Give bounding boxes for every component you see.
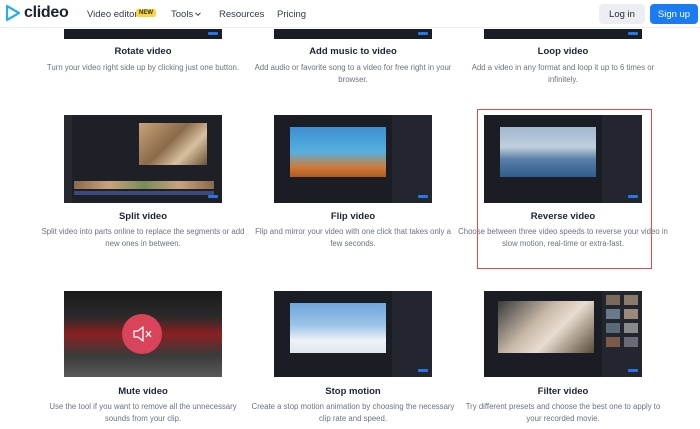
thumb-button (628, 32, 638, 35)
tool-title[interactable]: Filter video (458, 386, 668, 397)
tool-title[interactable]: Rotate video (38, 46, 248, 57)
thumb-filter-panel (602, 291, 642, 377)
thumb-timeline (74, 181, 214, 189)
thumb-preview-image (498, 301, 594, 353)
tool-description: Turn your video right side up by clickin… (46, 63, 240, 72)
filter-preset-thumb (624, 323, 638, 333)
rotate-video-thumbnail[interactable] (64, 29, 222, 39)
thumb-button (418, 369, 428, 372)
filter-preset-thumb (606, 309, 620, 319)
nav-pricing[interactable]: Pricing (277, 9, 306, 20)
thumb-settings-panel (392, 291, 432, 377)
tool-description: Split video into parts online to replace… (41, 227, 245, 248)
tool-title[interactable]: Stop motion (248, 386, 458, 397)
filter-preset-thumb (624, 337, 638, 347)
thumb-settings-panel (392, 115, 432, 203)
flip-video-thumbnail[interactable] (274, 115, 432, 203)
tool-description: Create a stop motion animation by choosi… (251, 402, 455, 423)
thumb-button (208, 195, 218, 198)
tool-title[interactable]: Flip video (248, 211, 458, 222)
thumb-button (418, 32, 428, 35)
add-music-thumbnail[interactable] (274, 29, 432, 39)
tool-title[interactable]: Add music to video (248, 46, 458, 57)
thumb-timeline-track (74, 191, 214, 195)
split-video-thumbnail[interactable] (64, 115, 222, 203)
login-button[interactable]: Log in (599, 4, 645, 24)
filter-video-thumbnail[interactable] (484, 291, 642, 377)
clideo-logo[interactable]: clideo (6, 4, 69, 22)
nav-resources[interactable]: Resources (219, 9, 264, 20)
mute-video-thumbnail[interactable] (64, 291, 222, 377)
chevron-down-icon[interactable] (195, 11, 201, 17)
nav-video-editor[interactable]: Video editor (87, 9, 138, 20)
loop-video-thumbnail[interactable] (484, 29, 642, 39)
thumb-button (208, 32, 218, 35)
tool-description: Add audio or favorite song to a video fo… (254, 63, 452, 84)
thumb-preview-image (290, 127, 386, 177)
tool-title[interactable]: Mute video (38, 386, 248, 397)
filter-preset-thumb (606, 337, 620, 347)
mute-button[interactable] (122, 314, 162, 354)
highlight-frame (477, 109, 652, 269)
play-logo-icon (6, 5, 20, 21)
new-badge: NEW (136, 9, 156, 17)
tool-description: Flip and mirror your video with one clic… (255, 227, 451, 248)
tool-description: Use the tool if you want to remove all t… (49, 402, 237, 423)
thumb-preview-image (290, 303, 386, 353)
top-header: clideo Video editor NEW Tools Resources … (0, 0, 700, 28)
filter-preset-thumb (606, 323, 620, 333)
tool-description: Add a video in any format and loop it up… (471, 63, 655, 84)
stop-motion-thumbnail[interactable] (274, 291, 432, 377)
logo-text: clideo (24, 4, 69, 21)
tool-title[interactable]: Split video (38, 211, 248, 222)
nav-tools[interactable]: Tools (171, 9, 193, 20)
thumb-sidebar (64, 115, 72, 203)
signup-button[interactable]: Sign up (650, 4, 698, 24)
filter-preset-thumb (624, 309, 638, 319)
thumb-button (628, 369, 638, 372)
filter-preset-thumb (606, 295, 620, 305)
speaker-mute-icon (133, 326, 152, 342)
tool-description: Try different presets and choose the bes… (465, 402, 661, 423)
tool-title[interactable]: Loop video (458, 46, 668, 57)
filter-preset-thumb (624, 295, 638, 305)
thumb-button (418, 195, 428, 198)
thumb-preview-image (139, 123, 207, 165)
